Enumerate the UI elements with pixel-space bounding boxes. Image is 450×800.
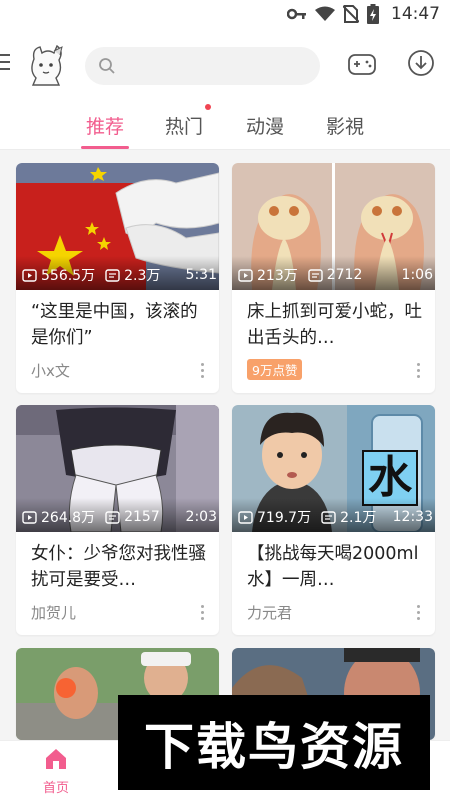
more-options-icon[interactable] — [201, 605, 205, 621]
status-bar: 14:47 — [0, 0, 450, 30]
video-thumbnail[interactable]: 213万 2712 1:06 — [232, 163, 435, 290]
avatar-character-icon — [31, 44, 63, 86]
danmaku-icon — [105, 510, 120, 524]
video-stats: 264.8万 2157 2:03 — [22, 507, 217, 527]
nav-home-label: 首页 — [42, 781, 69, 796]
search-icon — [99, 58, 115, 74]
status-icons: 14:47 — [287, 4, 440, 24]
video-title[interactable]: 女仆：少爷您对我性骚扰可是要受… — [31, 541, 209, 593]
more-options-icon[interactable] — [201, 363, 205, 379]
danmaku-count: 2.1万 — [340, 510, 377, 526]
status-time: 14:47 — [391, 4, 440, 24]
active-tab-indicator — [81, 146, 129, 149]
notification-dot — [205, 104, 211, 110]
tab-recommend[interactable]: 推荐 — [86, 112, 124, 139]
video-thumbnail[interactable]: 水 719.7万 2.1万 12:33 — [232, 405, 435, 532]
danmaku-icon — [321, 510, 336, 524]
video-thumbnail[interactable]: 556.5万 2.3万 5:31 — [16, 163, 219, 290]
menu-icon[interactable] — [0, 54, 12, 74]
video-duration: 1:06 — [401, 267, 433, 283]
home-icon — [46, 749, 66, 769]
danmaku-icon — [105, 268, 120, 282]
video-author[interactable]: 力元君 — [247, 602, 292, 623]
video-author[interactable]: 小x文 — [31, 360, 70, 381]
video-title[interactable]: 床上抓到可爱小蛇，吐出舌头的… — [247, 299, 425, 351]
video-card[interactable]: 213万 2712 1:06 床上抓到可爱小蛇，吐出舌头的… 9万点赞 — [232, 163, 435, 393]
video-card[interactable]: 264.8万 2157 2:03 女仆：少爷您对我性骚扰可是要受… 加贺儿 — [16, 405, 219, 635]
play-count-icon — [22, 268, 37, 282]
tab-hot[interactable]: 热门 — [165, 112, 203, 139]
view-count: 719.7万 — [257, 510, 312, 526]
video-stats: 556.5万 2.3万 5:31 — [22, 265, 217, 285]
watermark-banner: 下载鸟资源 — [118, 695, 430, 790]
view-count: 556.5万 — [41, 268, 96, 284]
search-bar[interactable] — [85, 47, 320, 85]
danmaku-count: 2157 — [124, 509, 160, 525]
avatar[interactable] — [26, 44, 66, 87]
view-count: 264.8万 — [41, 510, 96, 526]
danmaku-count: 2.3万 — [124, 268, 161, 284]
likes-badge: 9万点赞 — [247, 359, 303, 380]
video-title[interactable]: “这里是中国，该滚的是你们” — [31, 299, 209, 351]
play-count-icon — [238, 510, 253, 524]
tab-anime[interactable]: 动漫 — [246, 112, 284, 139]
wifi-icon — [315, 6, 335, 21]
top-bar — [0, 30, 450, 100]
danmaku-count: 2712 — [326, 267, 363, 283]
video-author[interactable]: 加贺儿 — [31, 602, 76, 623]
video-card[interactable]: 水 719.7万 2.1万 12:33 【挑战每天喝2000ml水】一周… 力元… — [232, 405, 435, 635]
game-controller-icon[interactable] — [347, 51, 377, 77]
nav-home[interactable]: 首页 — [26, 747, 86, 796]
video-stats: 719.7万 2.1万 12:33 — [238, 507, 433, 527]
more-options-icon[interactable] — [417, 363, 421, 379]
view-count: 213万 — [257, 268, 298, 284]
play-count-icon — [238, 268, 253, 282]
video-card[interactable]: 556.5万 2.3万 5:31 “这里是中国，该滚的是你们” 小x文 — [16, 163, 219, 393]
tab-movies[interactable]: 影視 — [326, 112, 364, 139]
video-title[interactable]: 【挑战每天喝2000ml水】一周… — [247, 541, 425, 593]
video-duration: 2:03 — [185, 509, 217, 525]
video-duration: 5:31 — [185, 267, 217, 283]
download-icon[interactable] — [407, 49, 435, 77]
category-tabs: 推荐 热门 动漫 影視 — [0, 100, 450, 150]
video-thumbnail[interactable]: 264.8万 2157 2:03 — [16, 405, 219, 532]
video-stats: 213万 2712 1:06 — [238, 265, 433, 285]
play-count-icon — [22, 510, 37, 524]
battery-charging-icon — [367, 4, 379, 24]
no-sim-icon — [343, 5, 359, 23]
danmaku-icon — [308, 268, 323, 282]
key-icon — [287, 8, 306, 20]
video-duration: 12:33 — [392, 509, 433, 525]
more-options-icon[interactable] — [417, 605, 421, 621]
